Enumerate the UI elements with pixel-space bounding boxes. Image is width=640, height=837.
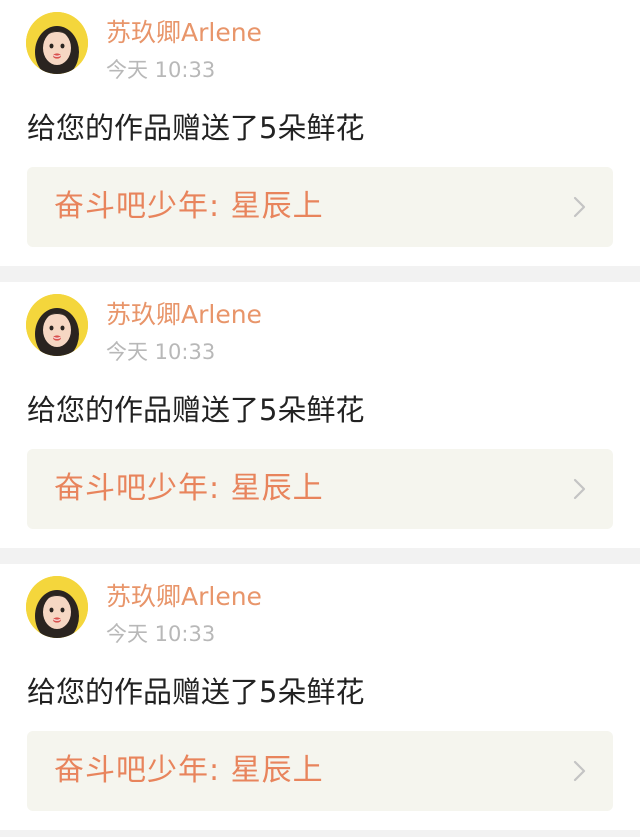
work-title: 奋斗吧少年: 星辰上	[54, 753, 324, 788]
notification-card: 苏玖卿Arlene 今天 10:33 给您的作品赠送了5朵鲜花 奋斗吧少年: 星…	[0, 0, 640, 266]
card-separator	[0, 548, 640, 564]
timestamp: 今天 10:33	[106, 58, 216, 82]
chevron-right-icon	[573, 196, 586, 218]
username[interactable]: 苏玖卿Arlene	[106, 16, 262, 50]
work-title: 奋斗吧少年: 星辰上	[54, 471, 324, 506]
notification-message: 给您的作品赠送了5朵鲜花	[27, 393, 365, 427]
work-link-card[interactable]: 奋斗吧少年: 星辰上	[27, 731, 613, 811]
username[interactable]: 苏玖卿Arlene	[106, 298, 262, 332]
username[interactable]: 苏玖卿Arlene	[106, 580, 262, 614]
user-avatar[interactable]	[26, 12, 88, 74]
chevron-right-icon	[573, 478, 586, 500]
notification-feed: 苏玖卿Arlene 今天 10:33 给您的作品赠送了5朵鲜花 奋斗吧少年: 星…	[0, 0, 640, 830]
notification-card: 苏玖卿Arlene 今天 10:33 给您的作品赠送了5朵鲜花 奋斗吧少年: 星…	[0, 564, 640, 830]
notification-card: 苏玖卿Arlene 今天 10:33 给您的作品赠送了5朵鲜花 奋斗吧少年: 星…	[0, 282, 640, 548]
work-link-card[interactable]: 奋斗吧少年: 星辰上	[27, 449, 613, 529]
card-separator	[0, 266, 640, 282]
work-link-card[interactable]: 奋斗吧少年: 星辰上	[27, 167, 613, 247]
user-avatar[interactable]	[26, 294, 88, 356]
user-avatar[interactable]	[26, 576, 88, 638]
notification-message: 给您的作品赠送了5朵鲜花	[27, 675, 365, 709]
work-title: 奋斗吧少年: 星辰上	[54, 189, 324, 224]
notification-message: 给您的作品赠送了5朵鲜花	[27, 111, 365, 145]
chevron-right-icon	[573, 760, 586, 782]
timestamp: 今天 10:33	[106, 340, 216, 364]
timestamp: 今天 10:33	[106, 622, 216, 646]
